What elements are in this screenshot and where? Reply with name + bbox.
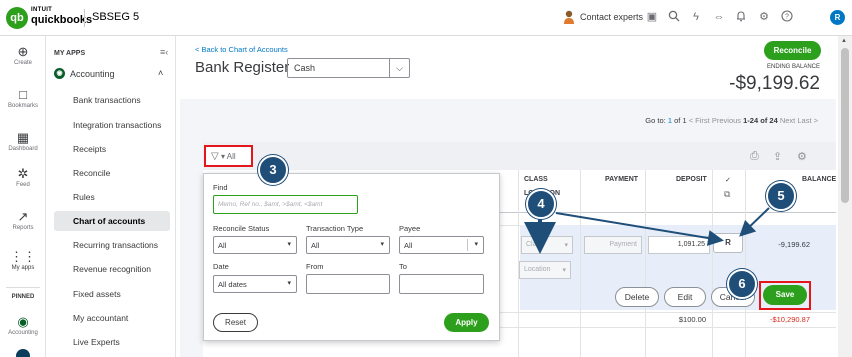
step4-arrow-to-status — [555, 212, 724, 246]
step-marker-4: 4 — [526, 189, 556, 219]
step-marker-3: 3 — [258, 155, 288, 185]
step5-arrow — [739, 207, 770, 237]
step-marker-5: 5 — [766, 181, 796, 211]
step-marker-6: 6 — [727, 269, 757, 299]
annotation-arrows — [524, 207, 770, 254]
